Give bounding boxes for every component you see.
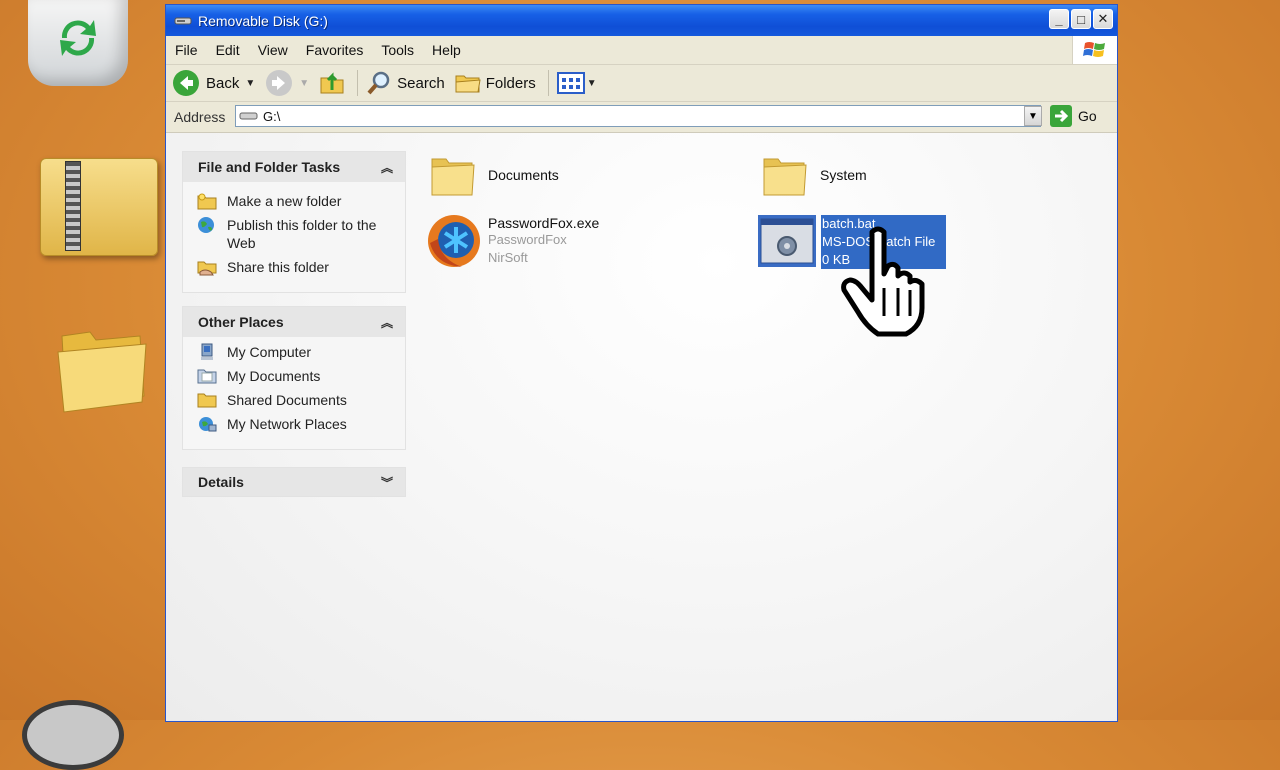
address-value: G:\ [263, 108, 281, 124]
search-icon [367, 71, 390, 95]
back-dropdown-icon[interactable]: ▼ [245, 78, 255, 89]
place-shared-documents[interactable]: Shared Documents [197, 391, 405, 409]
folder-icon [431, 158, 475, 196]
batch-file-icon [758, 215, 816, 267]
forward-button[interactable]: ▼ [265, 69, 309, 97]
place-label: My Documents [227, 368, 321, 384]
address-dropdown-icon[interactable]: ▼ [1024, 106, 1042, 126]
file-item-passwordfox[interactable]: PasswordFox.exe PasswordFox NirSoft [426, 213, 599, 269]
zip-folder-icon[interactable] [40, 158, 158, 256]
file-name: Documents [488, 167, 559, 183]
windows-logo-icon [1072, 36, 1117, 64]
search-label: Search [397, 74, 445, 92]
toolbar-separator [357, 70, 359, 96]
views-icon [556, 72, 585, 94]
menu-tools[interactable]: Tools [372, 36, 423, 64]
place-label: Shared Documents [227, 392, 347, 408]
file-item-batch[interactable] [758, 215, 816, 267]
menu-favorites[interactable]: Favorites [297, 36, 373, 64]
forward-dropdown-icon: ▼ [299, 77, 310, 89]
file-name: System [820, 167, 867, 183]
place-label: My Network Places [227, 416, 347, 432]
task-label: Publish this folder to the Web [227, 217, 377, 251]
place-my-computer[interactable]: My Computer [197, 343, 405, 361]
minimize-button[interactable]: _ [1049, 9, 1069, 29]
title-bar[interactable]: Removable Disk (G:) _ □ ✕ [166, 5, 1117, 36]
new-folder-icon [197, 193, 217, 210]
content-area: File and Folder Tasks ︽ Make a new folde… [166, 133, 1117, 721]
place-label: My Computer [227, 344, 312, 360]
collapse-chevron-icon[interactable]: ︽ [381, 159, 393, 176]
menu-edit[interactable]: Edit [207, 36, 249, 64]
folder-icon [197, 393, 217, 408]
file-company: NirSoft [488, 250, 528, 265]
recycle-arrows-icon [60, 20, 96, 56]
collapse-chevron-icon[interactable]: ︽ [381, 314, 393, 331]
back-label: Back [206, 74, 240, 92]
maximize-button[interactable]: □ [1071, 9, 1091, 29]
forward-arrow-icon [266, 70, 293, 96]
file-description: PasswordFox [488, 232, 567, 247]
task-label: Share this folder [227, 259, 329, 275]
expand-chevron-icon[interactable]: ︾ [381, 474, 393, 491]
zipper-icon [65, 161, 81, 251]
folders-icon [455, 75, 481, 93]
back-button[interactable]: Back ▼ [172, 69, 255, 97]
place-my-documents[interactable]: My Documents [197, 367, 405, 385]
task-label: Make a new folder [227, 193, 342, 209]
views-dropdown-icon[interactable]: ▼ [587, 78, 597, 89]
share-folder-icon [197, 261, 217, 276]
file-folder-tasks-header[interactable]: File and Folder Tasks ︽ [183, 152, 405, 182]
menu-view[interactable]: View [249, 36, 297, 64]
other-places-panel: Other Places ︽ My Computer My Documents … [182, 306, 406, 450]
search-button[interactable]: Search [366, 70, 445, 96]
menu-file[interactable]: File [166, 36, 207, 64]
partial-circle-icon [22, 700, 124, 770]
panel-title: File and Folder Tasks [198, 159, 341, 175]
passwordfox-app-icon [428, 215, 480, 267]
folders-label: Folders [485, 74, 536, 92]
documents-folder-icon [197, 369, 217, 384]
removable-disk-icon [174, 17, 192, 24]
address-bar: Address G:\ ▼ Go [166, 102, 1117, 133]
back-arrow-icon [173, 70, 199, 96]
recycle-bin-icon[interactable] [28, 0, 128, 86]
network-icon [199, 417, 217, 432]
drive-icon [239, 112, 258, 120]
details-panel: Details ︾ [182, 467, 406, 497]
file-name: PasswordFox.exe [488, 215, 600, 231]
up-folder-icon [320, 72, 344, 94]
go-arrow-icon [1050, 105, 1072, 127]
file-item-system[interactable]: System [762, 153, 867, 199]
folders-button[interactable]: Folders [455, 71, 536, 95]
up-folder-button[interactable] [319, 70, 345, 96]
address-label: Address [174, 109, 226, 125]
go-button[interactable]: Go [1050, 105, 1097, 127]
go-label: Go [1078, 108, 1097, 124]
desktop-folder-icon[interactable] [56, 318, 152, 414]
close-button[interactable]: ✕ [1093, 9, 1113, 29]
task-make-new-folder[interactable]: Make a new folder [197, 192, 405, 210]
toolbar-separator [547, 70, 549, 96]
window-title: Removable Disk (G:) [198, 12, 328, 29]
task-publish-folder[interactable]: Publish this folder to the Web [197, 216, 405, 252]
address-field[interactable]: G:\ [235, 105, 1041, 127]
panel-title: Other Places [198, 314, 284, 330]
file-item-documents[interactable]: Documents [430, 153, 559, 199]
details-header[interactable]: Details ︾ [183, 468, 405, 496]
views-button[interactable]: ▼ [556, 72, 597, 94]
task-share-folder[interactable]: Share this folder [197, 258, 405, 276]
menu-bar: File Edit View Favorites Tools Help [166, 36, 1117, 65]
folder-icon [763, 158, 807, 196]
place-my-network-places[interactable]: My Network Places [197, 415, 405, 433]
explorer-window: Removable Disk (G:) _ □ ✕ File Edit View… [165, 4, 1118, 722]
other-places-header[interactable]: Other Places ︽ [183, 307, 405, 337]
computer-icon [201, 343, 213, 360]
hand-cursor-icon [841, 226, 925, 337]
toolbar: Back ▼ ▼ Search Folders ▼ [166, 65, 1117, 102]
globe-icon [198, 217, 214, 233]
file-folder-tasks-panel: File and Folder Tasks ︽ Make a new folde… [182, 151, 406, 293]
menu-help[interactable]: Help [423, 36, 470, 64]
panel-title: Details [198, 474, 244, 490]
